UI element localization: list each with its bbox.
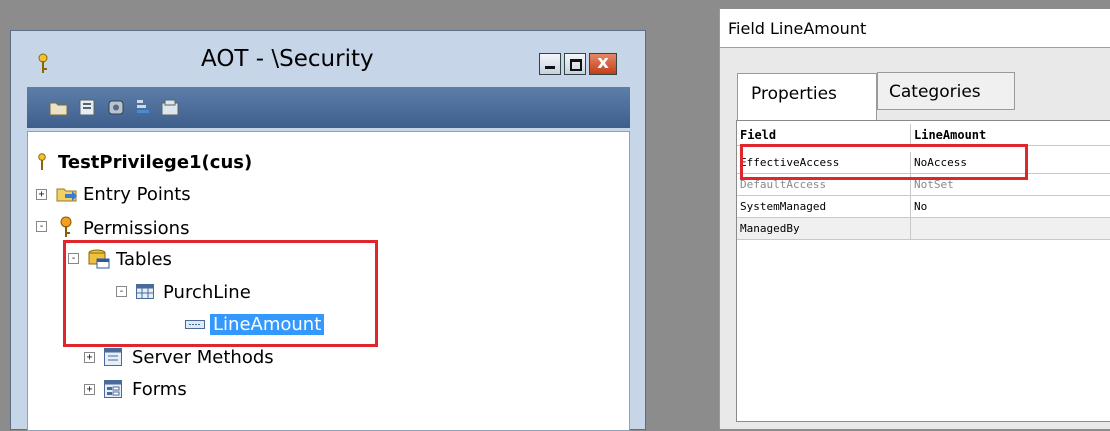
close-icon: x [597, 52, 609, 73]
expand-icon[interactable]: + [84, 352, 95, 363]
tree-node-purchline[interactable]: - PurchLine [28, 282, 328, 306]
tree-node-entry-points[interactable]: + Entry Points [28, 184, 328, 208]
property-grid: Field LineAmount EffectiveAccess NoAcces… [736, 120, 1110, 422]
grid-header-name: Field [737, 124, 911, 146]
save-icon[interactable] [161, 99, 179, 116]
tab-properties[interactable]: Properties [737, 73, 877, 121]
maximize-button[interactable] [564, 53, 586, 75]
tree-label-forms: Forms [132, 379, 187, 400]
grid-row-value[interactable]: No [911, 196, 1110, 218]
properties-title: Field LineAmount [728, 19, 867, 38]
tree-node-permissions[interactable]: - Permissions [28, 216, 328, 240]
tree-label-tables: Tables [116, 249, 172, 270]
aot-titlebar[interactable]: AOT - \Security x [11, 31, 645, 85]
tree-node-lineamount[interactable]: LineAmount [28, 314, 368, 338]
tree-node-forms[interactable]: + Forms [28, 379, 328, 403]
compile-icon[interactable] [107, 99, 125, 116]
expand-icon[interactable]: + [84, 384, 95, 395]
sort-icon[interactable] [135, 99, 151, 116]
grid-header-value: LineAmount [911, 124, 1110, 146]
grid-row-name: DefaultAccess [737, 174, 911, 196]
collapse-icon[interactable]: - [68, 253, 79, 264]
key-icon [38, 153, 46, 170]
entry-points-icon [56, 188, 77, 202]
key-icon [38, 53, 48, 73]
close-button[interactable]: x [589, 52, 617, 75]
tables-icon [88, 249, 110, 269]
aot-toolbar [27, 87, 630, 128]
key-icon [60, 216, 72, 237]
grid-row-name: SystemManaged [737, 196, 911, 218]
tab-categories-label: Categories [889, 82, 981, 102]
window-title: AOT - \Security [201, 46, 374, 72]
open-icon[interactable] [49, 99, 69, 116]
forms-icon [104, 380, 122, 398]
tree-label-permissions: Permissions [83, 218, 190, 239]
grid-row-name: EffectiveAccess [737, 152, 911, 174]
tree-label-purchline: PurchLine [163, 282, 251, 303]
collapse-icon[interactable]: - [36, 221, 47, 232]
grid-row-value[interactable]: NoAccess [911, 152, 1110, 174]
table-icon [136, 284, 154, 299]
properties-window: Field LineAmount Properties Categories F… [719, 9, 1110, 429]
grid-row-name: ManagedBy [737, 218, 911, 240]
properties-titlebar[interactable]: Field LineAmount [720, 9, 1110, 48]
grid-row-value: NotSet [911, 174, 1110, 196]
tree-label-server-methods: Server Methods [132, 347, 274, 368]
tree-label-entry-points: Entry Points [83, 184, 191, 205]
expand-icon[interactable]: + [36, 189, 47, 200]
collapse-icon[interactable]: - [116, 286, 127, 297]
tab-properties-label: Properties [751, 84, 837, 104]
aot-tree: TestPrivilege1(cus) + Entry Points - Per… [27, 131, 630, 431]
tree-node-server-methods[interactable]: + Server Methods [28, 347, 328, 371]
tree-node-tables[interactable]: - Tables [28, 249, 328, 273]
tree-label-root: TestPrivilege1(cus) [58, 152, 253, 173]
tree-node-root[interactable]: TestPrivilege1(cus) [28, 152, 328, 176]
server-methods-icon [104, 348, 122, 366]
tab-categories[interactable]: Categories [877, 72, 1015, 110]
grid-row-value[interactable] [911, 218, 1110, 240]
tree-label-lineamount: LineAmount [210, 314, 325, 335]
properties-icon[interactable] [79, 99, 95, 116]
minimize-button[interactable] [539, 53, 561, 75]
field-icon [185, 320, 205, 329]
aot-window: AOT - \Security x TestPrivilege1(cus) + … [10, 30, 646, 431]
